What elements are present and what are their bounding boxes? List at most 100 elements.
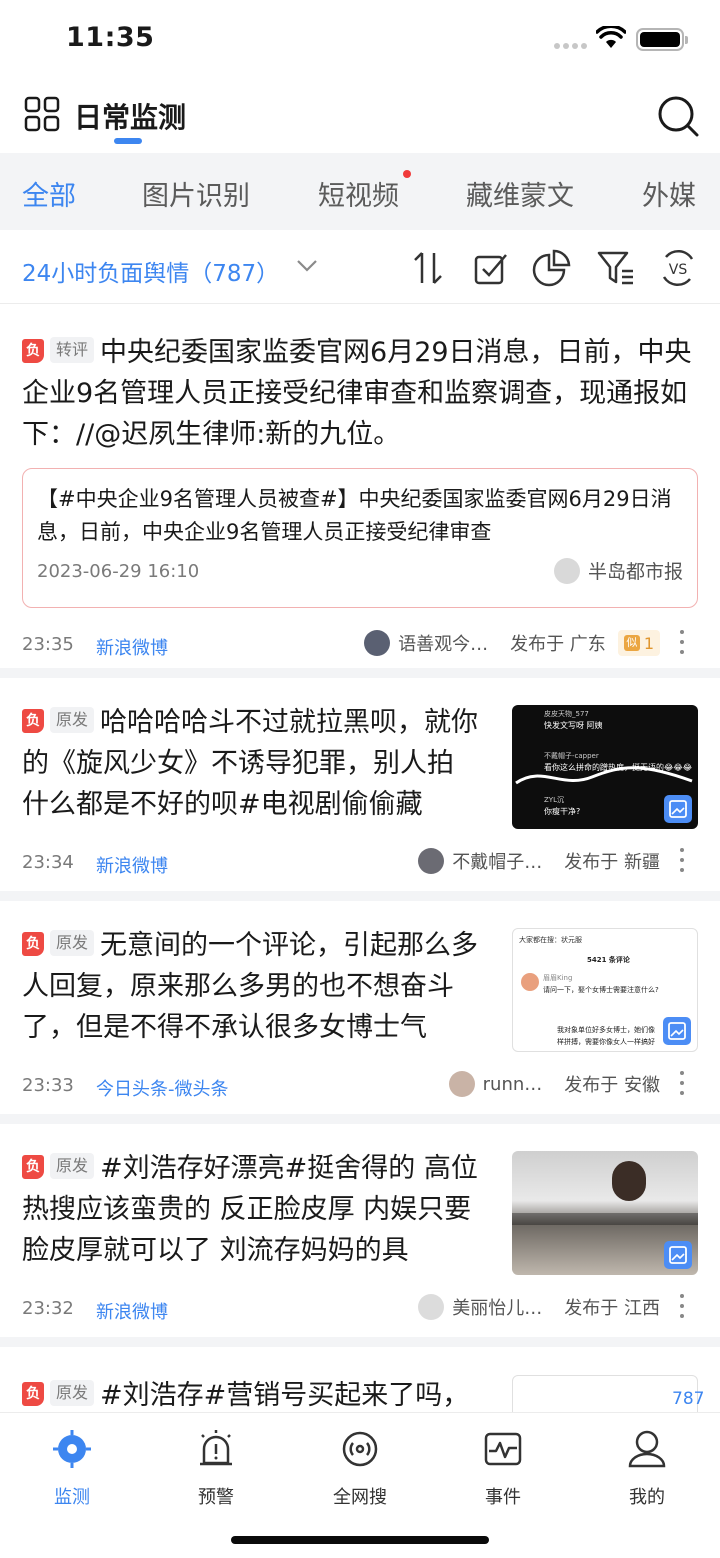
item-meta: 23:34 新浪微博 不戴帽子… 发布于 新疆 [22, 848, 698, 878]
item-meta: 23:33 今日头条-微头条 runn… 发布于 安徽 [22, 1071, 698, 1101]
sort-icon[interactable] [412, 249, 444, 287]
image-recognition-icon [663, 1017, 691, 1045]
item-author[interactable]: 美丽怡儿… [452, 1294, 542, 1320]
more-options-icon[interactable] [674, 630, 690, 654]
item-source-link[interactable]: 今日头条-微头条 [96, 1075, 229, 1101]
post-type-badge: 原发 [50, 1153, 95, 1179]
quoted-post-date: 2023-06-29 16:10 [37, 561, 200, 582]
category-tabs: 全部 图片识别 短视频 藏维蒙文 外媒 [0, 153, 720, 230]
item-source-link[interactable]: 新浪微博 [96, 1298, 168, 1324]
status-time: 11:35 [66, 22, 155, 53]
similar-count-badge[interactable]: 似1 [617, 630, 660, 656]
filter-dropdown-label[interactable]: 24小时负面舆情（787） [22, 254, 279, 288]
item-text-block: 负原发 #刘浩存好漂亮#挺舍得的 高位热搜应该蛮贵的 反正脸皮厚 内娱只要脸皮厚就… [22, 1148, 478, 1271]
tab-short-video[interactable]: 短视频 [318, 174, 399, 213]
nav-events[interactable]: 事件 [453, 1429, 553, 1509]
post-thumbnail[interactable]: 皮皮天物_577 快发文写呀 阿姨 不戴帽子-capper 看你这么拼命的蹭热度… [512, 705, 698, 829]
item-text-block: 负转评 中央纪委国家监委官网6月29日消息，日前，中央企业9名管理人员正接受纪律审… [22, 332, 698, 455]
item-source-link[interactable]: 新浪微博 [96, 634, 168, 660]
svg-text:VS: VS [669, 262, 688, 278]
item-meta: 23:32 新浪微博 美丽怡儿… 发布于 江西 [22, 1294, 698, 1324]
header: 日常监测 [0, 80, 720, 153]
monitor-icon [53, 1430, 91, 1468]
chevron-down-icon[interactable] [296, 259, 318, 273]
item-region: 发布于 安徽 [564, 1075, 660, 1096]
negative-badge: 负 [22, 339, 44, 363]
nav-web-search[interactable]: 全网搜 [310, 1429, 410, 1509]
tab-image-recognition[interactable]: 图片识别 [142, 174, 250, 213]
image-recognition-icon [664, 1241, 692, 1269]
post-type-badge: 原发 [50, 930, 95, 956]
wifi-icon [596, 26, 626, 48]
battery-icon [636, 28, 688, 51]
post-thumbnail[interactable] [512, 1375, 698, 1412]
tab-foreign-media[interactable]: 外媒 [642, 174, 696, 213]
item-time: 23:34 [22, 852, 74, 873]
item-region: 发布于 江西 [564, 1298, 660, 1319]
item-text-block: 负原发 哈哈哈哈斗不过就拉黑呗，就你的《旋风少女》不诱导犯罪，别人拍什么都是不好的… [22, 702, 478, 825]
more-options-icon[interactable] [674, 848, 690, 872]
event-pulse-icon [484, 1432, 522, 1466]
item-text: #刘浩存#营销号买起来了吗， [100, 1380, 470, 1411]
item-author[interactable]: runn… [483, 1074, 543, 1095]
list-item[interactable]: 负原发 #刘浩存#营销号买起来了吗， [0, 1347, 720, 1412]
search-icon[interactable] [656, 94, 700, 138]
home-indicator[interactable] [231, 1536, 489, 1544]
avatar [418, 848, 445, 874]
apps-grid-icon[interactable] [24, 96, 60, 132]
item-text-block: 负原发 #刘浩存#营销号买起来了吗， [22, 1375, 478, 1412]
tab-minority-languages[interactable]: 藏维蒙文 [466, 174, 574, 213]
item-region: 发布于 广东 [510, 634, 606, 655]
more-options-icon[interactable] [674, 1294, 690, 1318]
item-time: 23:33 [22, 1075, 74, 1096]
item-time: 23:32 [22, 1298, 74, 1319]
cellular-signal-icon [554, 43, 587, 49]
post-type-badge: 原发 [50, 707, 95, 733]
negative-badge: 负 [22, 932, 44, 956]
avatar [364, 630, 391, 656]
negative-badge: 负 [22, 1155, 44, 1179]
filter-bar: 24小时负面舆情（787） VS [0, 230, 720, 304]
total-count-indicator: 787 [672, 1389, 705, 1409]
list-item[interactable]: 负原发 哈哈哈哈斗不过就拉黑呗，就你的《旋风少女》不诱导犯罪，别人拍什么都是不好的… [0, 678, 720, 901]
alarm-icon [200, 1430, 232, 1466]
quoted-post-text: 【#中央企业9名管理人员被查#】中央纪委国家监委官网6月29日消息，日前，中央企… [37, 487, 672, 544]
post-thumbnail[interactable]: 大家都在搜：状元服 5421 条评论 眉眉King 请问一下，娶个女博士需要注意… [512, 928, 698, 1052]
item-region: 发布于 新疆 [564, 852, 660, 873]
nav-monitor[interactable]: 监测 [22, 1429, 122, 1509]
item-author[interactable]: 语善观今… [398, 630, 488, 656]
image-recognition-icon [664, 795, 692, 823]
avatar [553, 557, 580, 584]
item-text-block: 负原发 无意间的一个评论，引起那么多人回复，原来那么多男的也不想奋斗了，但是不得不… [22, 925, 478, 1048]
negative-badge: 负 [22, 709, 44, 733]
feed-list: 负转评 中央纪委国家监委官网6月29日消息，日前，中央企业9名管理人员正接受纪律审… [0, 304, 720, 1412]
post-type-badge: 转评 [50, 337, 95, 363]
list-item[interactable]: 负转评 中央纪委国家监委官网6月29日消息，日前，中央企业9名管理人员正接受纪律审… [0, 304, 720, 678]
list-item[interactable]: 负原发 #刘浩存好漂亮#挺舍得的 高位热搜应该蛮贵的 反正脸皮厚 内娱只要脸皮厚就… [0, 1124, 720, 1347]
avatar [418, 1294, 445, 1320]
compare-vs-icon[interactable]: VS [658, 249, 698, 287]
item-source-link[interactable]: 新浪微博 [96, 852, 168, 878]
tab-all[interactable]: 全部 [22, 174, 76, 213]
post-type-badge: 原发 [50, 1380, 95, 1406]
avatar [448, 1071, 475, 1097]
item-text: 中央纪委国家监委官网6月29日消息，日前，中央企业9名管理人员正接受纪律审查和监… [22, 337, 692, 450]
user-icon [628, 1430, 666, 1468]
status-bar: 11:35 [0, 0, 720, 80]
more-options-icon[interactable] [674, 1071, 690, 1095]
negative-badge: 负 [22, 1382, 44, 1406]
batch-select-icon[interactable] [472, 249, 510, 287]
page-title[interactable]: 日常监测 [74, 96, 186, 136]
pie-chart-icon[interactable] [532, 249, 572, 287]
filter-icon[interactable] [596, 249, 636, 287]
item-meta: 23:35 新浪微博 语善观今… 发布于 广东 似1 [22, 630, 698, 660]
list-item[interactable]: 负原发 无意间的一个评论，引起那么多人回复，原来那么多男的也不想奋斗了，但是不得不… [0, 901, 720, 1124]
item-author[interactable]: 不戴帽子… [452, 848, 542, 874]
nav-profile[interactable]: 我的 [597, 1429, 697, 1509]
quoted-post[interactable]: 【#中央企业9名管理人员被查#】中央纪委国家监委官网6月29日消息，日前，中央企… [22, 468, 698, 608]
broadcast-search-icon [342, 1431, 378, 1467]
nav-alert[interactable]: 预警 [166, 1429, 266, 1509]
post-thumbnail[interactable] [512, 1151, 698, 1275]
title-underline [114, 138, 142, 144]
new-content-dot [403, 170, 411, 178]
